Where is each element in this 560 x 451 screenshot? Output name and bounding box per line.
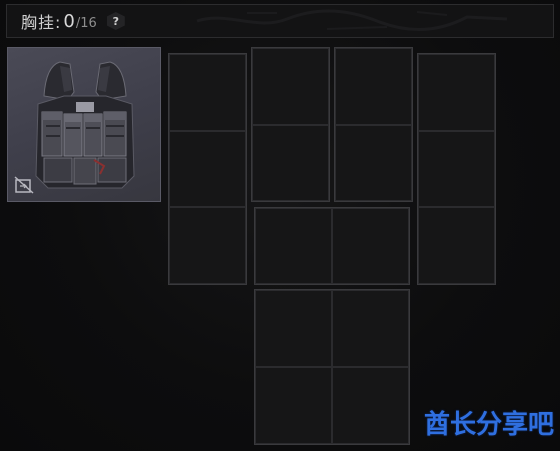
grid-cell[interactable] (332, 367, 409, 444)
site-watermark: 酋长分享吧 (423, 410, 554, 440)
chest-rig-icon (35, 61, 135, 189)
grid-cell[interactable] (255, 367, 332, 444)
grid-cell[interactable] (332, 290, 409, 367)
unequip-icon[interactable] (14, 176, 34, 194)
chest-rig-header: 胸挂: 0 /16 ? (6, 4, 554, 38)
grid-cell[interactable] (418, 207, 495, 284)
pocket-grid-2 (251, 47, 330, 202)
grid-cell[interactable] (169, 207, 246, 284)
capacity-label: /16 (75, 15, 97, 31)
chest-rig-item[interactable] (7, 47, 161, 202)
grid-cell[interactable] (335, 48, 412, 125)
help-button[interactable]: ? (106, 12, 125, 30)
slot-title: 胸挂: (21, 13, 62, 32)
item-count: 0 (63, 10, 75, 32)
pocket-grid-5 (254, 207, 410, 285)
grid-cell[interactable] (332, 208, 409, 284)
grid-cell[interactable] (255, 208, 332, 284)
header-decoration (196, 9, 508, 31)
grid-cell[interactable] (418, 54, 495, 131)
pocket-grid-4 (417, 53, 496, 285)
grid-cell[interactable] (169, 54, 246, 131)
pocket-grid-6 (254, 289, 410, 445)
grid-cell[interactable] (418, 130, 495, 208)
grid-cell[interactable] (252, 48, 329, 125)
grid-cell[interactable] (252, 124, 329, 201)
pocket-grid-1 (168, 53, 247, 285)
inventory-panel: 胸挂: 0 /16 ? 酋长分享吧 (0, 0, 560, 451)
pocket-grid-3 (334, 47, 413, 202)
grid-cell[interactable] (169, 130, 246, 208)
grid-cell[interactable] (255, 290, 332, 367)
grid-cell[interactable] (335, 124, 412, 201)
